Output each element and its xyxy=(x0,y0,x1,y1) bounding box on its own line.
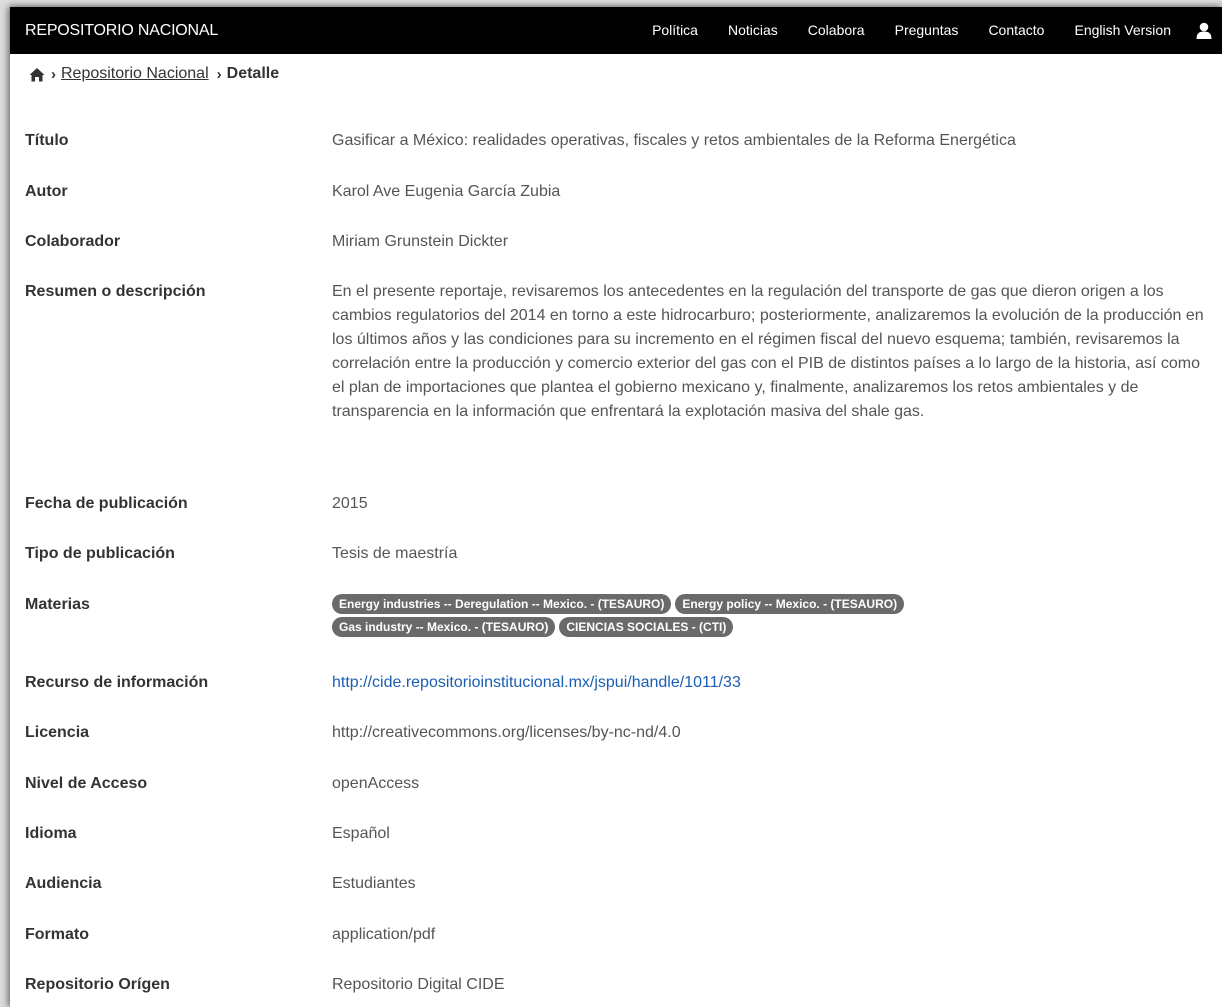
label-tipo: Tipo de publicación xyxy=(25,545,175,562)
value-materias: Energy industries -- Deregulation -- Mex… xyxy=(332,594,1212,640)
nav-preguntas[interactable]: Preguntas xyxy=(880,7,974,54)
top-navbar: REPOSITORIO NACIONAL Política Noticias C… xyxy=(10,7,1222,54)
value-fecha: 2015 xyxy=(332,495,368,512)
value-colaborador: Miriam Grunstein Dickter xyxy=(332,233,509,250)
resource-link[interactable]: http://cide.repositorioinstitucional.mx/… xyxy=(332,674,741,691)
label-licencia: Licencia xyxy=(25,724,90,741)
subject-tag[interactable]: Gas industry -- Mexico. - (TESAURO) xyxy=(332,617,556,637)
nav-politica[interactable]: Política xyxy=(637,7,713,54)
breadcrumb-current: Detalle xyxy=(226,65,280,82)
user-menu-button[interactable] xyxy=(1186,7,1222,54)
value-formato: application/pdf xyxy=(332,926,436,943)
nav-contacto[interactable]: Contacto xyxy=(973,7,1059,54)
value-audiencia: Estudiantes xyxy=(332,875,416,892)
nav-noticias[interactable]: Noticias xyxy=(713,7,793,54)
label-autor: Autor xyxy=(25,183,68,200)
value-autor: Karol Ave Eugenia García Zubia xyxy=(332,183,561,200)
subject-tag[interactable]: Energy policy -- Mexico. - (TESAURO) xyxy=(675,594,905,614)
subject-tag[interactable]: CIENCIAS SOCIALES - (CTI) xyxy=(559,617,734,637)
label-audiencia: Audiencia xyxy=(25,875,102,892)
value-licencia: http://creativecommons.org/licenses/by-n… xyxy=(332,724,681,741)
label-idioma: Idioma xyxy=(25,825,77,842)
nav-menu: Política Noticias Colabora Preguntas Con… xyxy=(637,7,1222,54)
label-repositorio: Repositorio Orígen xyxy=(25,976,170,993)
nav-english-version[interactable]: English Version xyxy=(1059,7,1186,54)
value-recurso: http://cide.repositorioinstitucional.mx/… xyxy=(332,674,1212,692)
user-icon xyxy=(1196,22,1212,39)
home-icon[interactable] xyxy=(29,67,45,82)
value-titulo: Gasificar a México: realidades operativa… xyxy=(332,132,1016,149)
breadcrumb-separator: › xyxy=(216,65,222,83)
brand-link[interactable]: REPOSITORIO NACIONAL xyxy=(25,22,218,40)
nav-colabora[interactable]: Colabora xyxy=(793,7,880,54)
value-tipo: Tesis de maestría xyxy=(332,545,458,562)
value-idioma: Español xyxy=(332,825,390,842)
value-resumen: En el presente reportaje, revisaremos lo… xyxy=(332,283,1204,421)
label-resumen: Resumen o descripción xyxy=(25,283,206,300)
label-colaborador: Colaborador xyxy=(25,233,121,250)
value-repositorio: Repositorio Digital CIDE xyxy=(332,976,505,993)
breadcrumb-link-repositorio-nacional[interactable]: Repositorio Nacional xyxy=(61,65,209,83)
label-titulo: Título xyxy=(25,132,69,149)
subject-tag[interactable]: Energy industries -- Deregulation -- Mex… xyxy=(332,594,672,614)
label-materias: Materias xyxy=(25,596,90,613)
page: REPOSITORIO NACIONAL Política Noticias C… xyxy=(10,7,1222,1007)
subject-tags: Energy industries -- Deregulation -- Mex… xyxy=(332,594,1092,640)
label-formato: Formato xyxy=(25,926,89,943)
breadcrumb: › Repositorio Nacional › Detalle xyxy=(10,54,1222,94)
value-nivel: openAccess xyxy=(332,775,420,792)
label-fecha: Fecha de publicación xyxy=(25,495,188,512)
label-recurso: Recurso de información xyxy=(25,674,209,691)
label-nivel: Nivel de Acceso xyxy=(25,775,148,792)
breadcrumb-separator: › xyxy=(51,65,56,83)
